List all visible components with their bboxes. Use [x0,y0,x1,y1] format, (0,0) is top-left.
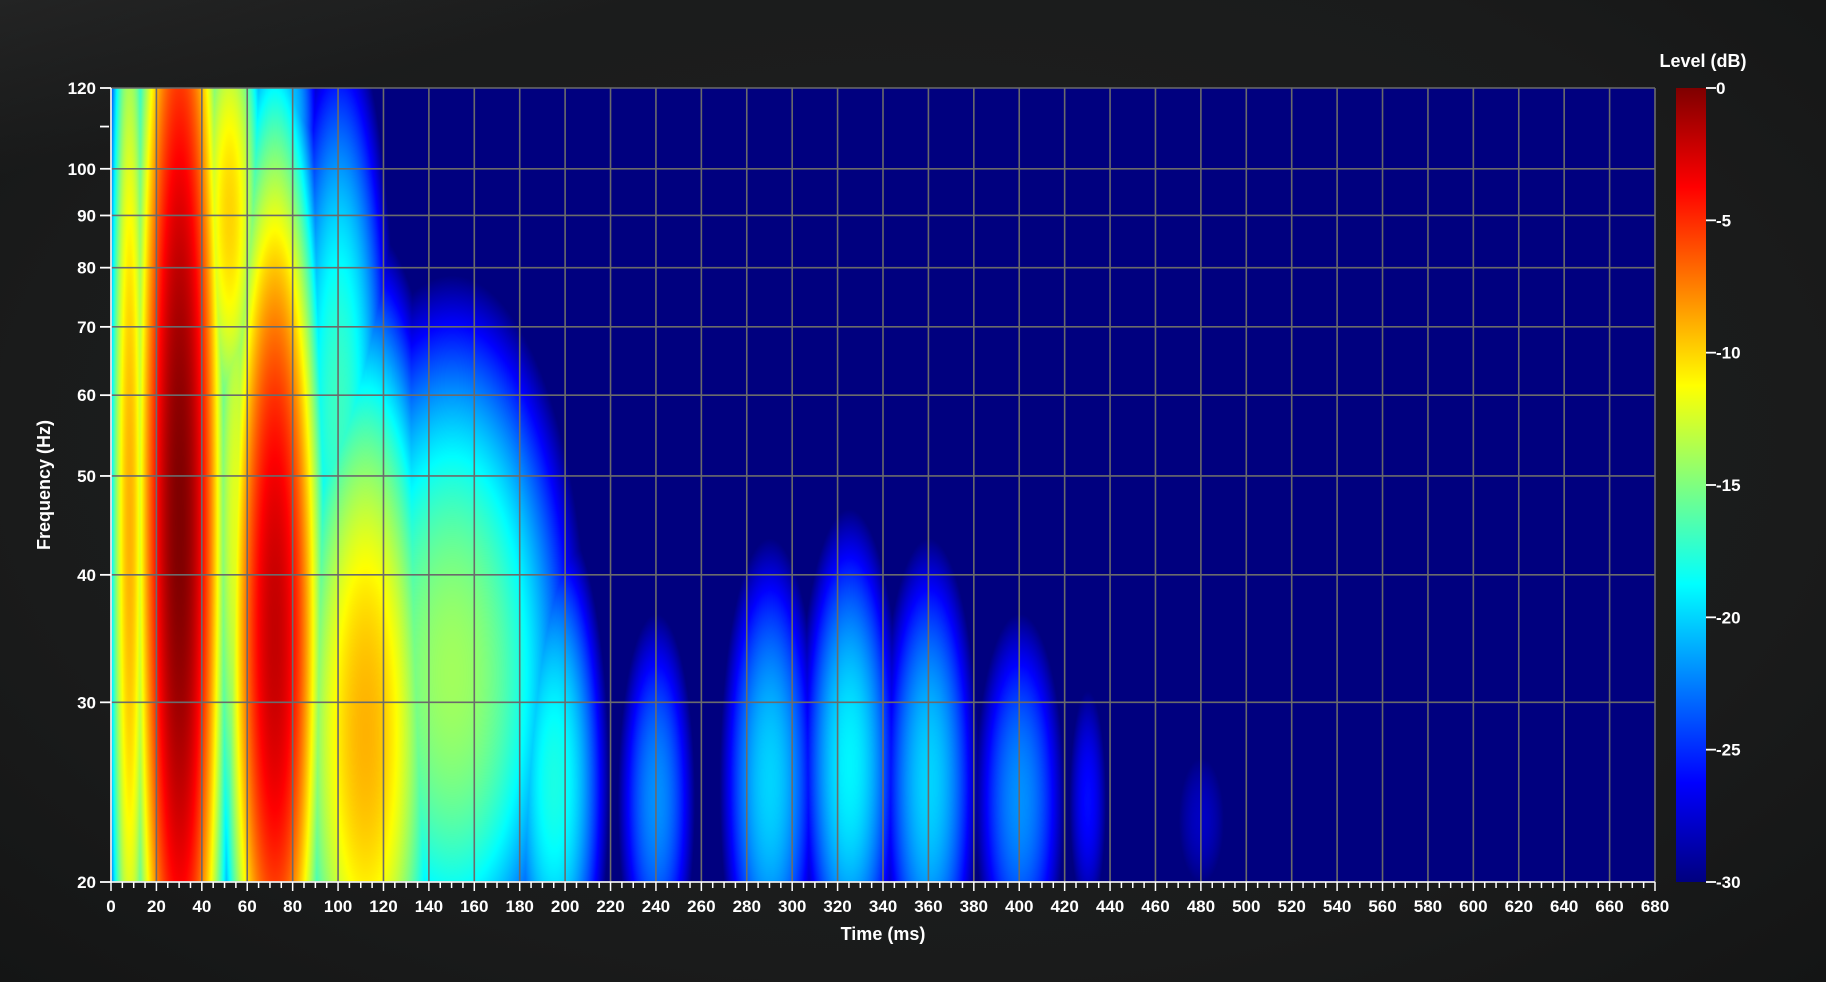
x-tick-label: 320 [823,897,851,916]
y-tick-label: 90 [77,206,96,225]
x-tick-label: 480 [1187,897,1215,916]
y-tick-label: 60 [77,386,96,405]
x-tick-label: 680 [1641,897,1669,916]
spectrogram-chart: 0 20 40 60 80 100 120 140 160 180 200 220 240 260 280 3… [34,51,1747,944]
x-tick-label: 460 [1141,897,1169,916]
x-axis: 0 20 40 60 80 100 120 140 160 180 200 220 240 260 280 3… [106,881,1669,916]
y-tick-label: 120 [68,79,96,98]
x-tick-label: 600 [1459,897,1487,916]
x-tick-label: 0 [106,897,115,916]
colorbar-title: Level (dB) [1659,51,1746,71]
x-tick-label: 220 [596,897,624,916]
colorbar-tick-label: -5 [1716,211,1731,230]
x-tick-label: 20 [147,897,166,916]
x-tick-label: 140 [415,897,443,916]
x-tick-label: 420 [1050,897,1078,916]
x-tick-label: 560 [1368,897,1396,916]
x-tick-label: 640 [1550,897,1578,916]
colorbar-tick-label: -15 [1716,476,1741,495]
chart-window: 0 20 40 60 80 100 120 140 160 180 200 220 240 260 280 3… [0,0,1826,982]
x-tick-label: 360 [914,897,942,916]
y-axis-title: Frequency (Hz) [34,420,54,550]
x-tick-label: 440 [1096,897,1124,916]
x-tick-label: 540 [1323,897,1351,916]
x-tick-label: 240 [642,897,670,916]
y-tick-label: 80 [77,259,96,278]
y-tick-label: 30 [77,693,96,712]
x-tick-label: 500 [1232,897,1260,916]
x-tick-label: 40 [192,897,211,916]
x-axis-title: Time (ms) [841,924,926,944]
colorbar: 0 -5 -10 -15 -20 -25 -30 [1676,79,1741,892]
colorbar-tick-label: -25 [1716,741,1741,760]
x-tick-label: 160 [460,897,488,916]
y-tick-label: 50 [77,467,96,486]
x-tick-label: 260 [687,897,715,916]
x-tick-label: 660 [1595,897,1623,916]
x-tick-label: 400 [1005,897,1033,916]
colorbar-tick-label: -30 [1716,873,1741,892]
x-tick-label: 280 [733,897,761,916]
colorbar-tick-label: 0 [1716,79,1725,98]
x-tick-label: 60 [238,897,257,916]
y-axis: 20 30 40 50 60 70 80 90 100 120 [68,79,112,892]
y-tick-label: 20 [77,873,96,892]
y-tick-label: 100 [68,160,96,179]
y-tick-label: 70 [77,318,96,337]
x-tick-label: 620 [1505,897,1533,916]
x-tick-label: 200 [551,897,579,916]
x-tick-label: 100 [324,897,352,916]
x-tick-label: 340 [869,897,897,916]
x-tick-label: 180 [506,897,534,916]
colorbar-gradient [1676,88,1706,882]
y-tick-label: 40 [77,566,96,585]
colorbar-tick-label: -20 [1716,608,1741,627]
x-tick-label: 580 [1414,897,1442,916]
x-tick-label: 380 [960,897,988,916]
x-tick-label: 520 [1278,897,1306,916]
x-tick-label: 80 [283,897,302,916]
x-tick-label: 120 [369,897,397,916]
colorbar-tick-label: -10 [1716,344,1741,363]
x-tick-label: 300 [778,897,806,916]
